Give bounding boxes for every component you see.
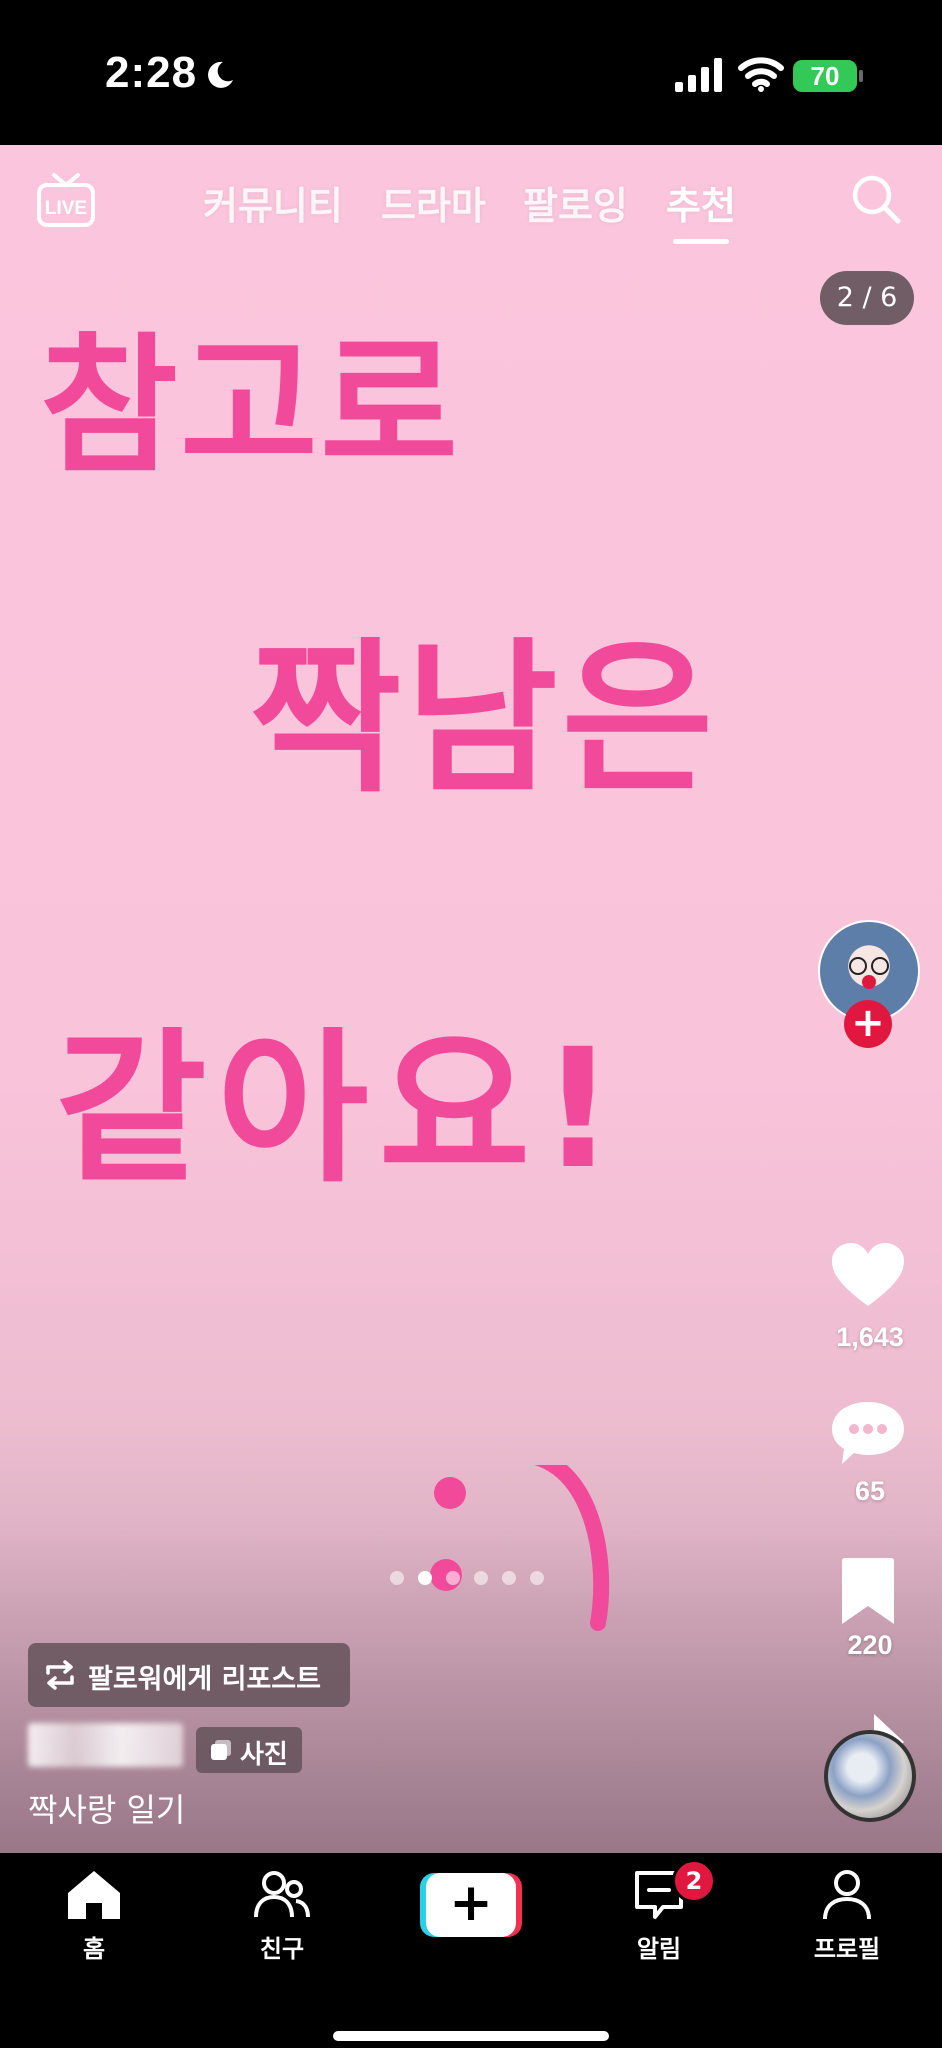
battery-tip <box>859 70 863 82</box>
moon-icon <box>208 61 233 88</box>
live-label: LIVE <box>45 198 87 219</box>
follow-plus-button[interactable]: + <box>844 1000 892 1048</box>
photo-icon <box>211 1740 231 1760</box>
cellular-signal-icon <box>675 58 722 92</box>
post-caption[interactable]: 짝사랑 일기 <box>28 1785 185 1831</box>
live-icon[interactable]: LIVE <box>36 171 96 229</box>
carousel-dot <box>390 1571 404 1585</box>
carousel-dot <box>502 1571 516 1585</box>
tab-profile-label: 프로필 <box>813 1935 881 1963</box>
handwriting-line-1: 참고로 <box>40 320 461 494</box>
carousel-dot <box>446 1571 460 1585</box>
carousel-dot <box>530 1571 544 1585</box>
comment-bubble-icon[interactable] <box>828 1398 908 1468</box>
photo-type-badge: 사진 <box>196 1727 302 1773</box>
tab-community[interactable]: 커뮤니티 <box>203 175 343 230</box>
comment-count: 65 <box>854 1476 886 1506</box>
post-content[interactable]: LIVE 커뮤니티 드라마 팔로잉 추천 2 / 6 참고로 짝남은 같아요! <box>0 145 942 1853</box>
tab-recommended[interactable]: 추천 <box>666 175 736 230</box>
notification-badge: 2 <box>672 1859 716 1903</box>
music-disc-icon[interactable] <box>824 1730 916 1822</box>
tab-profile[interactable]: 프로필 <box>787 1867 907 1967</box>
like-count: 1,643 <box>836 1322 904 1352</box>
home-indicator <box>333 2031 609 2041</box>
bookmark-icon[interactable] <box>828 1556 908 1626</box>
image-counter: 2 / 6 <box>820 271 914 325</box>
carousel-dot <box>474 1571 488 1585</box>
repost-label: 팔로워에게 리포스트 <box>88 1664 321 1695</box>
save-count: 220 <box>847 1630 893 1660</box>
repost-to-followers-button[interactable]: 팔로워에게 리포스트 <box>28 1643 350 1707</box>
status-bar: 2:28 70 <box>0 0 942 145</box>
bottom-tab-bar: 홈 친구 + 알림 2 프로필 <box>0 1853 942 2048</box>
smiley-drawing <box>430 1465 610 1631</box>
battery-level: 70 <box>810 61 840 91</box>
top-nav: LIVE 커뮤니티 드라마 팔로잉 추천 <box>0 145 942 255</box>
wifi-icon <box>738 57 784 92</box>
friends-icon <box>254 1871 310 1918</box>
photo-badge-label: 사진 <box>240 1740 288 1770</box>
handwriting-line-2: 짝남은 <box>250 623 718 815</box>
status-time: 2:28 <box>105 48 198 97</box>
username-blurred[interactable] <box>28 1723 183 1767</box>
tab-friends-label: 친구 <box>259 1935 305 1963</box>
tab-inbox-label: 알림 <box>636 1935 682 1963</box>
handwriting-line-3: 같아요! <box>55 1013 626 1205</box>
tab-home-label: 홈 <box>82 1935 106 1963</box>
active-tab-underline <box>673 239 729 244</box>
search-icon[interactable] <box>850 173 902 225</box>
tab-home[interactable]: 홈 <box>34 1867 154 1967</box>
plus-icon: + <box>426 1873 516 1937</box>
tab-following[interactable]: 팔로잉 <box>523 175 628 230</box>
home-icon <box>68 1871 120 1919</box>
carousel-dot-active <box>418 1571 432 1585</box>
profile-icon <box>823 1870 871 1920</box>
tab-friends[interactable]: 친구 <box>222 1867 342 1967</box>
create-button[interactable]: + <box>420 1873 522 1937</box>
battery-indicator: 70 <box>793 60 857 92</box>
tab-drama[interactable]: 드라마 <box>381 175 486 230</box>
repost-icon <box>46 1660 74 1690</box>
like-heart-icon[interactable] <box>828 1240 908 1310</box>
